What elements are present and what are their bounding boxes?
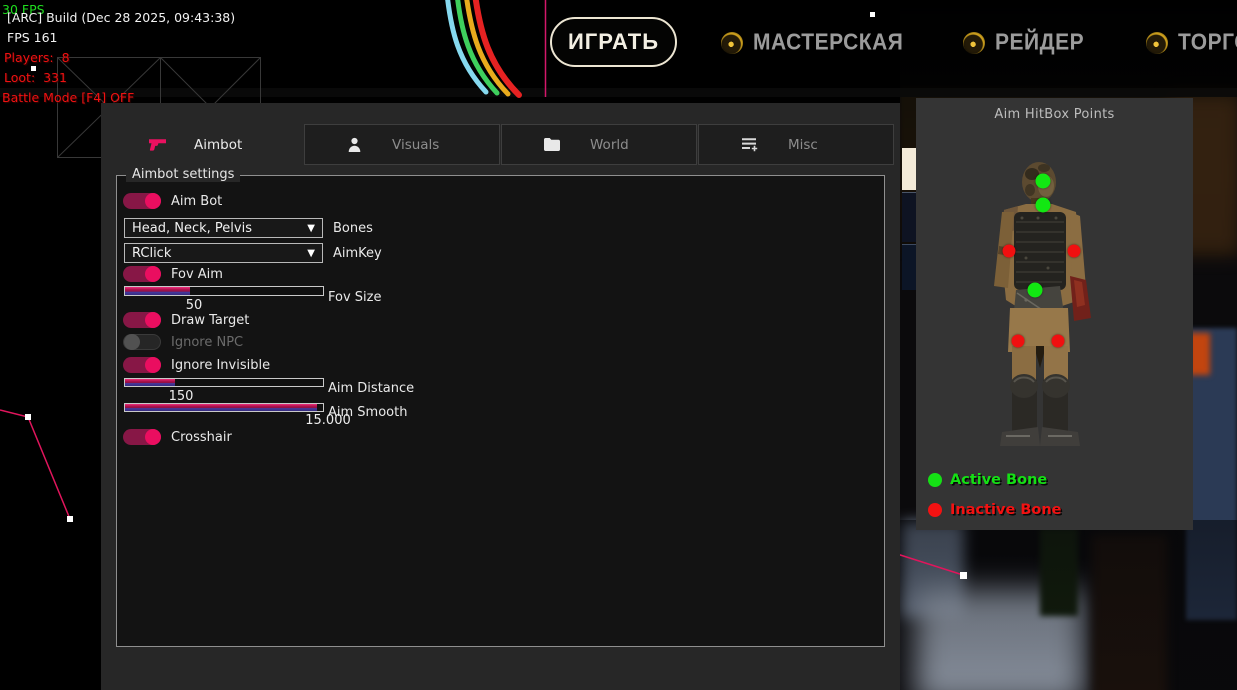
aimkey-label: AimKey <box>333 246 382 261</box>
tab-label: Aimbot <box>194 137 242 153</box>
chevron-down-icon: ▼ <box>307 248 315 259</box>
hud-loot-count: Loot: 331 <box>4 70 67 85</box>
active-bone-dot <box>928 473 942 487</box>
bone-dot-left-arm <box>1003 244 1016 257</box>
ignore-npc-toggle[interactable] <box>123 334 161 350</box>
bones-row: Head, Neck, Pelvis ▼ Bones <box>117 218 884 238</box>
fov-size-row: 50 Fov Size <box>117 286 884 306</box>
draw-target-label: Draw Target <box>171 313 249 328</box>
fov-size-label: Fov Size <box>328 290 381 305</box>
inactive-bone-dot <box>928 503 942 517</box>
fov-aim-label: Fov Aim <box>171 267 223 282</box>
draw-target-toggle[interactable] <box>123 312 161 328</box>
ignore-invisible-toggle[interactable] <box>123 357 161 373</box>
aimbot-settings-group: Aimbot settings Aim Bot Head, Neck, Pelv… <box>116 175 885 647</box>
aim-smooth-value: 15.000 <box>262 413 394 428</box>
fov-aim-row: Fov Aim <box>117 266 884 286</box>
chevron-down-icon: ▼ <box>307 223 315 234</box>
draw-target-row: Draw Target <box>117 312 884 332</box>
bone-dot-right-thigh <box>1052 334 1065 347</box>
coin-icon <box>1146 32 1168 54</box>
tab-label: Misc <box>788 137 818 153</box>
aim-distance-row: 150 Aim Distance <box>117 378 884 398</box>
slider-fill <box>125 379 175 386</box>
ignore-npc-label: Ignore NPC <box>171 335 243 350</box>
bones-dropdown-value: Head, Neck, Pelvis <box>132 221 252 236</box>
bones-dropdown[interactable]: Head, Neck, Pelvis ▼ <box>124 218 323 238</box>
aimkey-row: RClick ▼ AimKey <box>117 243 884 263</box>
bone-dot-neck <box>1035 198 1050 213</box>
fov-size-value: 50 <box>124 298 264 313</box>
tab-visuals[interactable]: Visuals <box>304 124 500 165</box>
nav-item-trader[interactable]: ТОРГО <box>1146 30 1237 56</box>
toggle-knob <box>124 334 140 350</box>
crosshair-label: Crosshair <box>171 430 232 445</box>
ignore-npc-row: Ignore NPC <box>117 334 884 354</box>
bone-dot-left-thigh <box>1011 334 1024 347</box>
fov-aim-toggle[interactable] <box>123 266 161 282</box>
toggle-knob <box>145 357 161 373</box>
tab-misc[interactable]: Misc <box>698 124 894 165</box>
toggle-knob <box>145 312 161 328</box>
hud-fps-counter: FPS 161 <box>7 30 58 45</box>
groupbox-title: Aimbot settings <box>126 167 240 182</box>
aimkey-dropdown-value: RClick <box>132 246 171 261</box>
aim-distance-slider[interactable] <box>124 378 324 387</box>
tab-label: World <box>590 137 629 153</box>
aimkey-dropdown[interactable]: RClick ▼ <box>124 243 323 263</box>
coin-icon <box>721 32 743 54</box>
toggle-knob <box>145 429 161 445</box>
tab-world[interactable]: World <box>501 124 697 165</box>
ignore-invisible-label: Ignore Invisible <box>171 358 270 373</box>
bone-dot-pelvis <box>1028 282 1043 297</box>
crosshair-row: Crosshair <box>117 429 884 449</box>
tab-label: Visuals <box>392 137 439 153</box>
aim-bot-toggle[interactable] <box>123 193 161 209</box>
tab-aimbot[interactable]: Aimbot <box>101 124 304 165</box>
fov-size-slider[interactable] <box>124 286 324 296</box>
hud-players-count: Players: 8 <box>4 50 70 65</box>
playlist-add-icon <box>741 137 758 152</box>
bone-layer <box>916 98 1193 530</box>
hitbox-preview-panel: Aim HitBox Points <box>916 98 1193 530</box>
nav-item-label: РЕЙДЕР <box>995 30 1084 56</box>
bone-dot-head <box>1035 173 1050 188</box>
crosshair-toggle[interactable] <box>123 429 161 445</box>
nav-item-workshop[interactable]: МАСТЕРСКАЯ <box>721 30 903 56</box>
navbar-bottom-strip <box>0 88 1237 97</box>
play-button-label: ИГРАТЬ <box>568 29 659 55</box>
bone-dot-right-arm <box>1067 244 1080 257</box>
nav-item-label: ТОРГО <box>1178 30 1237 56</box>
ignore-invisible-row: Ignore Invisible <box>117 357 884 377</box>
screen: { "hud": { "fps_overlay": "30 FPS", "bui… <box>0 0 1237 690</box>
aim-distance-label: Aim Distance <box>328 381 414 396</box>
nav-item-raider[interactable]: РЕЙДЕР <box>963 30 1084 56</box>
aim-smooth-slider[interactable] <box>124 403 324 412</box>
toggle-knob <box>145 193 161 209</box>
gun-icon <box>148 137 167 152</box>
scene-dark-overlay <box>900 520 1237 690</box>
cheat-menu-panel: Aimbot Visuals World Misc Aimbot setting… <box>101 103 900 690</box>
aim-smooth-row: Aim Smooth 15.000 <box>117 403 884 423</box>
coin-icon <box>963 32 985 54</box>
bones-label: Bones <box>333 221 373 236</box>
legend-active-bone: Active Bone <box>928 472 1047 488</box>
toggle-knob <box>145 266 161 282</box>
folder-icon <box>544 138 560 151</box>
slider-fill <box>125 404 317 411</box>
active-bone-label: Active Bone <box>950 472 1047 488</box>
aim-distance-value: 150 <box>124 389 238 404</box>
inactive-bone-label: Inactive Bone <box>950 502 1062 518</box>
pink-trace-left <box>0 410 70 519</box>
aim-bot-label: Aim Bot <box>171 194 222 209</box>
aim-bot-row: Aim Bot <box>117 193 884 213</box>
hud-build-info: [ARC] Build (Dec 28 2025, 09:43:38) <box>7 10 235 25</box>
person-icon <box>347 137 362 152</box>
legend-inactive-bone: Inactive Bone <box>928 502 1062 518</box>
slider-fill <box>125 287 190 295</box>
play-button[interactable]: ИГРАТЬ <box>550 17 677 67</box>
nav-item-label: МАСТЕРСКАЯ <box>753 30 903 56</box>
